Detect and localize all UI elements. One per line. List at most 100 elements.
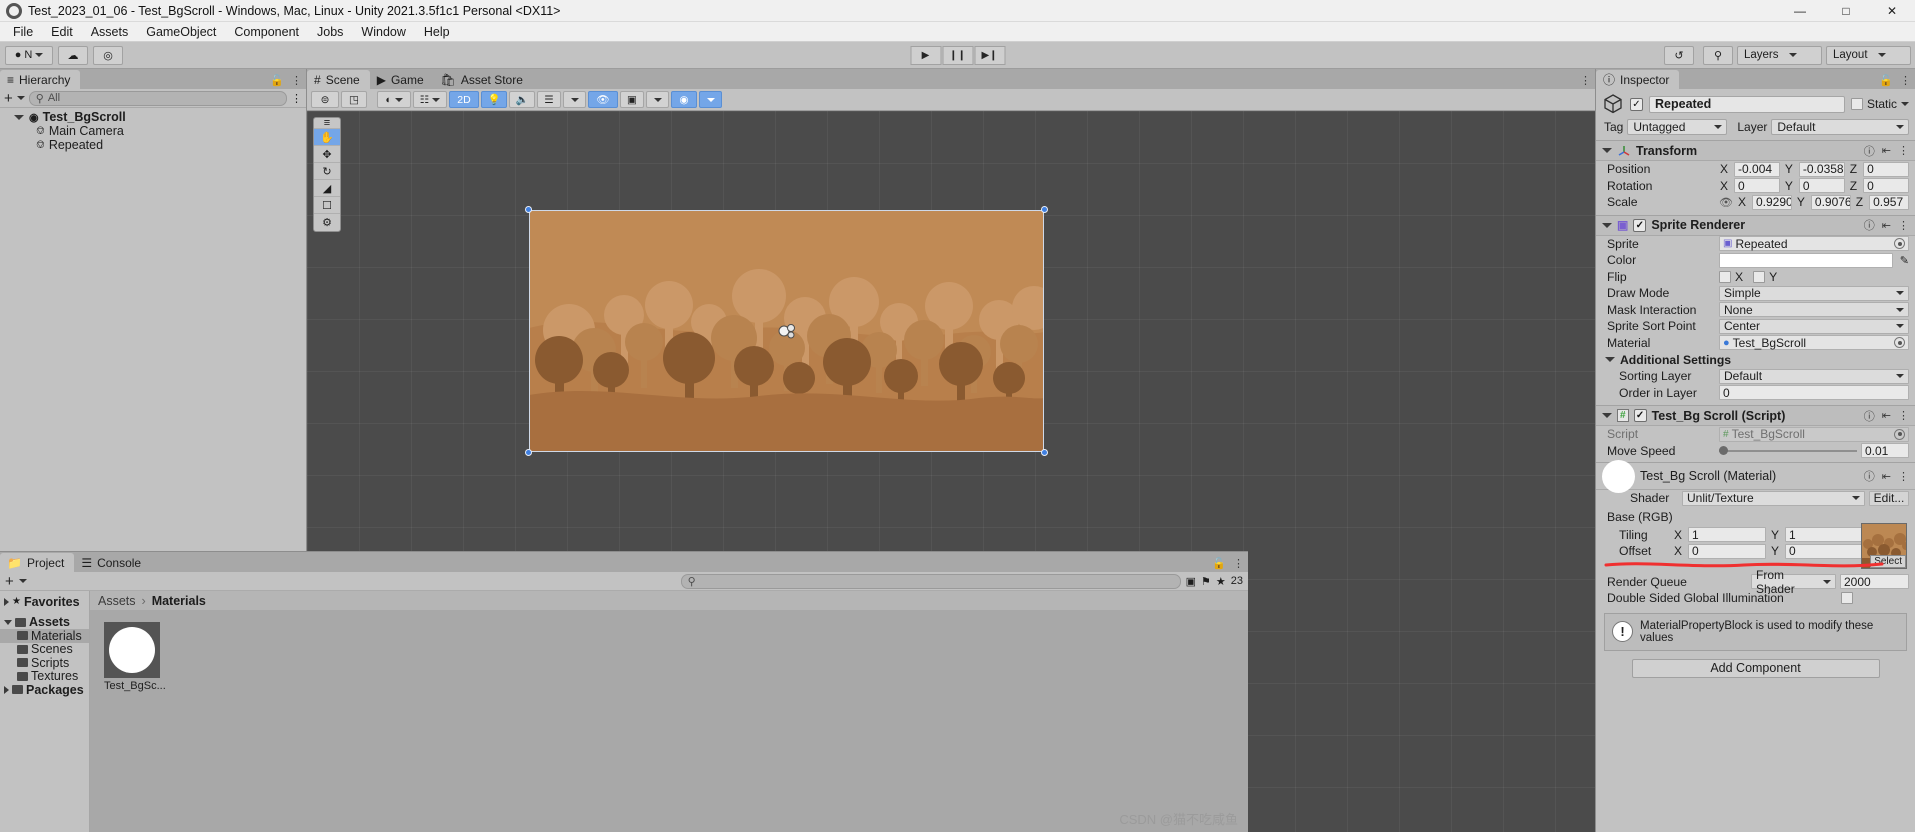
menu-item-file[interactable]: File <box>4 23 42 41</box>
step-button[interactable]: ▶❙ <box>974 45 1005 65</box>
add-component-button[interactable]: Add Component <box>1631 658 1880 678</box>
selection-handle-tl[interactable] <box>525 206 532 213</box>
scale-y-input[interactable]: 0.907618 <box>1810 194 1851 210</box>
filter-type-icon[interactable]: ▣ <box>1186 575 1196 588</box>
favorites-star-icon[interactable]: ★ <box>1216 575 1226 588</box>
flip-x-checkbox[interactable] <box>1719 270 1731 283</box>
scale-tool-button[interactable]: ◢ <box>314 180 340 197</box>
chevron-down-icon[interactable] <box>1602 413 1612 418</box>
tree-item-assets[interactable]: Assets <box>0 615 89 629</box>
tree-item-scripts[interactable]: Scripts <box>0 656 89 670</box>
preset-icon[interactable]: ⇤ <box>1882 219 1891 232</box>
cloud-button[interactable]: ☁ <box>58 45 88 65</box>
rotation-y-input[interactable]: 0 <box>1798 178 1845 194</box>
gameobject-name-input[interactable]: Repeated <box>1649 95 1845 113</box>
menu-item-help[interactable]: Help <box>415 23 459 41</box>
camera-settings-button[interactable]: ▣ <box>620 91 644 108</box>
breadcrumb-materials[interactable]: Materials <box>152 594 206 608</box>
move-speed-input[interactable]: 0.01 <box>1861 443 1909 459</box>
chevron-right-icon[interactable] <box>4 597 9 606</box>
chevron-down-icon[interactable] <box>4 619 12 625</box>
flip-y-checkbox[interactable] <box>1753 270 1766 283</box>
chevron-down-icon[interactable] <box>1602 222 1612 228</box>
chevron-down-icon[interactable] <box>18 579 27 583</box>
selection-handle-br[interactable] <box>1041 449 1048 456</box>
rect-tool-button[interactable]: ☐ <box>314 197 340 214</box>
layout-dropdown[interactable]: Layout <box>1826 45 1911 65</box>
kebab-menu-icon[interactable]: ⋮ <box>1898 144 1909 157</box>
menu-item-jobs[interactable]: Jobs <box>308 23 352 41</box>
move-gizmo-icon[interactable] <box>776 322 798 340</box>
account-button[interactable]: ● N <box>5 45 53 65</box>
help-icon[interactable]: ⓘ <box>1864 217 1875 233</box>
menu-item-gameobject[interactable]: GameObject <box>137 23 225 41</box>
preset-icon[interactable]: ⇤ <box>1882 470 1891 483</box>
shader-edit-button[interactable]: Edit... <box>1869 490 1909 506</box>
tree-item-textures[interactable]: Textures <box>0 669 89 683</box>
services-button[interactable]: ◎ <box>93 45 123 65</box>
move-speed-slider[interactable] <box>1719 443 1857 458</box>
object-picker-icon[interactable] <box>1894 238 1905 250</box>
tag-dropdown[interactable]: Untagged <box>1627 119 1728 135</box>
offset-x-input[interactable]: 0 <box>1688 543 1767 559</box>
layer-dropdown[interactable]: Default <box>1771 119 1909 135</box>
camera-dropdown-button[interactable] <box>646 91 669 108</box>
tree-item-materials[interactable]: Materials <box>0 629 89 643</box>
shading-mode-dropdown[interactable]: ◐ <box>377 91 411 108</box>
additional-settings-header[interactable]: Additional Settings <box>1596 351 1915 368</box>
maximize-button[interactable]: □ <box>1823 0 1869 22</box>
hand-tool-button[interactable]: ✋ <box>314 129 340 146</box>
chevron-down-icon[interactable] <box>1901 102 1909 106</box>
kebab-menu-icon[interactable]: ⋮ <box>1898 219 1909 232</box>
tab-inspector[interactable]: ⓘ Inspector <box>1596 70 1680 89</box>
help-icon[interactable]: ⓘ <box>1864 408 1875 424</box>
create-asset-button[interactable]: + <box>5 574 14 589</box>
scale-z-input[interactable]: 0.957 <box>1869 194 1910 210</box>
audio-toggle-button[interactable]: 🔈 <box>509 91 535 108</box>
kebab-menu-icon[interactable]: ⋮ <box>1900 74 1911 87</box>
material-object-field[interactable]: ● Test_BgScroll <box>1719 335 1909 351</box>
tab-hierarchy[interactable]: ≡ Hierarchy <box>0 70 81 89</box>
sorting-layer-dropdown[interactable]: Default <box>1719 368 1909 384</box>
tab-project[interactable]: 📁 Project <box>0 553 75 572</box>
project-search-input[interactable]: ⚲ <box>680 573 1181 589</box>
menu-item-assets[interactable]: Assets <box>82 23 138 41</box>
breadcrumb-assets[interactable]: Assets <box>98 594 136 608</box>
tiling-x-input[interactable]: 1 <box>1688 527 1767 543</box>
rotation-z-input[interactable]: 0 <box>1863 178 1909 194</box>
offset-y-input[interactable]: 0 <box>1785 543 1864 559</box>
position-y-input[interactable]: -0.0358 <box>1798 161 1845 177</box>
asset-item-material[interactable]: Test_BgSc... <box>104 622 166 692</box>
order-in-layer-input[interactable]: 0 <box>1719 385 1909 401</box>
tree-item-packages[interactable]: Packages <box>0 683 89 697</box>
chevron-right-icon[interactable] <box>4 685 9 694</box>
tab-scene[interactable]: # Scene <box>307 70 370 89</box>
shader-dropdown[interactable]: Unlit/Texture <box>1682 490 1865 506</box>
tree-item-favorites[interactable]: ★ Favorites <box>0 595 89 609</box>
double-sided-gi-checkbox[interactable] <box>1841 592 1853 605</box>
kebab-menu-icon[interactable]: ⋮ <box>1898 409 1909 422</box>
pause-button[interactable]: ❙❙ <box>942 45 973 65</box>
selection-handle-bl[interactable] <box>525 449 532 456</box>
lock-icon[interactable]: 🔓 <box>1212 557 1226 570</box>
tab-asset-store[interactable]: 🛍 Asset Store <box>433 70 533 89</box>
preset-icon[interactable]: ⇤ <box>1882 144 1891 157</box>
fx-dropdown-button[interactable] <box>563 91 586 108</box>
tree-item-scenes[interactable]: Scenes <box>0 642 89 656</box>
gizmos-toggle-button[interactable]: ◉ <box>671 91 697 108</box>
kebab-menu-icon[interactable]: ⋮ <box>1580 74 1591 87</box>
lighting-toggle-button[interactable]: 💡 <box>481 91 507 108</box>
kebab-menu-icon[interactable]: ⋮ <box>291 92 302 105</box>
static-checkbox[interactable] <box>1850 98 1863 110</box>
add-gameobject-button[interactable]: + <box>4 91 13 106</box>
chevron-down-icon[interactable] <box>16 96 25 100</box>
component-header-transform[interactable]: Transform ⓘ ⇤ ⋮ <box>1596 140 1915 161</box>
menu-item-edit[interactable]: Edit <box>42 23 82 41</box>
slider-knob[interactable] <box>1719 446 1728 456</box>
help-icon[interactable]: ⓘ <box>1864 468 1875 484</box>
menu-item-component[interactable]: Component <box>225 23 308 41</box>
lock-icon[interactable]: 🔓 <box>1879 74 1893 87</box>
hierarchy-item-scene[interactable]: ◉ Test_BgScroll <box>0 110 306 124</box>
render-queue-dropdown[interactable]: From Shader <box>1751 568 1836 596</box>
script-enabled-checkbox[interactable]: ✓ <box>1633 409 1647 422</box>
